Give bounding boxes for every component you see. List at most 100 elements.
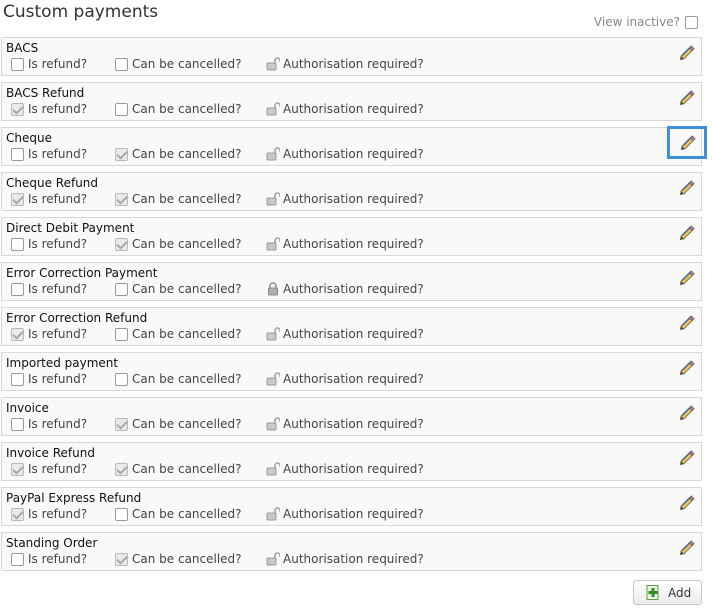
authorisation-required-option[interactable]: Authorisation required? [266,372,424,386]
edit-button[interactable] [667,126,707,159]
payment-name: Invoice Refund [6,446,95,460]
authorisation-required-option[interactable]: Authorisation required? [266,282,424,296]
lock-open-icon[interactable] [266,552,281,566]
is-refund-checkbox[interactable] [11,327,24,341]
view-inactive-toggle[interactable]: View inactive? [594,15,698,29]
authorisation-required-option[interactable]: Authorisation required? [266,192,424,206]
can-be-cancelled-checkbox[interactable] [115,57,128,71]
can-be-cancelled-checkbox[interactable] [115,462,128,476]
can-be-cancelled-option[interactable]: Can be cancelled? [115,507,242,521]
can-be-cancelled-label: Can be cancelled? [132,327,242,341]
is-refund-option[interactable]: Is refund? [11,462,87,476]
is-refund-checkbox[interactable] [11,372,24,386]
can-be-cancelled-checkbox[interactable] [115,192,128,206]
is-refund-label: Is refund? [28,237,88,251]
is-refund-checkbox[interactable] [11,507,24,521]
view-inactive-checkbox[interactable] [685,15,698,29]
can-be-cancelled-option[interactable]: Can be cancelled? [115,147,242,161]
is-refund-checkbox[interactable] [11,237,24,251]
is-refund-checkbox[interactable] [11,462,24,476]
can-be-cancelled-option[interactable]: Can be cancelled? [115,462,242,476]
can-be-cancelled-option[interactable]: Can be cancelled? [115,57,242,71]
is-refund-option[interactable]: Is refund? [11,327,87,341]
is-refund-checkbox[interactable] [11,147,24,161]
is-refund-checkbox[interactable] [11,102,24,116]
can-be-cancelled-checkbox[interactable] [115,102,128,116]
is-refund-option[interactable]: Is refund? [11,417,87,431]
authorisation-required-label: Authorisation required? [283,372,424,386]
edit-button[interactable] [676,357,696,377]
authorisation-required-option[interactable]: Authorisation required? [266,417,424,431]
lock-closed-icon[interactable] [266,282,280,296]
is-refund-option[interactable]: Is refund? [11,57,87,71]
lock-open-icon[interactable] [266,327,281,341]
edit-button[interactable] [676,267,696,287]
authorisation-required-option[interactable]: Authorisation required? [266,237,424,251]
is-refund-checkbox[interactable] [11,552,24,566]
authorisation-required-option[interactable]: Authorisation required? [266,552,424,566]
lock-open-icon[interactable] [266,57,281,71]
edit-button[interactable] [676,492,696,512]
edit-button[interactable] [676,537,696,557]
can-be-cancelled-checkbox[interactable] [115,417,128,431]
authorisation-required-option[interactable]: Authorisation required? [266,327,424,341]
edit-button[interactable] [676,222,696,242]
is-refund-option[interactable]: Is refund? [11,147,87,161]
lock-open-icon[interactable] [266,192,281,206]
is-refund-option[interactable]: Is refund? [11,507,87,521]
is-refund-label: Is refund? [28,462,88,476]
authorisation-required-option[interactable]: Authorisation required? [266,507,424,521]
can-be-cancelled-checkbox[interactable] [115,507,128,521]
can-be-cancelled-checkbox[interactable] [115,237,128,251]
edit-button[interactable] [676,447,696,467]
can-be-cancelled-checkbox[interactable] [115,327,128,341]
edit-button[interactable] [676,402,696,422]
can-be-cancelled-option[interactable]: Can be cancelled? [115,237,242,251]
lock-open-icon[interactable] [266,462,281,476]
lock-open-icon[interactable] [266,237,281,251]
is-refund-option[interactable]: Is refund? [11,237,87,251]
add-button[interactable]: Add [633,580,702,605]
pencil-icon [678,224,695,241]
can-be-cancelled-option[interactable]: Can be cancelled? [115,372,242,386]
is-refund-option[interactable]: Is refund? [11,282,87,296]
authorisation-required-label: Authorisation required? [283,192,424,206]
can-be-cancelled-option[interactable]: Can be cancelled? [115,417,242,431]
lock-open-icon[interactable] [266,372,281,386]
payment-row: BACS Refund Is refund? Can be cancelled? Au… [1,82,702,121]
payment-row: Error Correction Payment Is refund? Can be… [1,262,702,301]
is-refund-option[interactable]: Is refund? [11,372,87,386]
is-refund-option[interactable]: Is refund? [11,192,87,206]
edit-button[interactable] [676,42,696,62]
can-be-cancelled-option[interactable]: Can be cancelled? [115,192,242,206]
can-be-cancelled-checkbox[interactable] [115,282,128,296]
authorisation-required-option[interactable]: Authorisation required? [266,147,424,161]
is-refund-checkbox[interactable] [11,417,24,431]
lock-open-icon[interactable] [266,507,281,521]
is-refund-option[interactable]: Is refund? [11,102,87,116]
is-refund-checkbox[interactable] [11,282,24,296]
is-refund-checkbox[interactable] [11,192,24,206]
can-be-cancelled-checkbox[interactable] [115,372,128,386]
lock-open-icon[interactable] [266,147,281,161]
lock-open-icon[interactable] [266,102,281,116]
can-be-cancelled-checkbox[interactable] [115,552,128,566]
can-be-cancelled-option[interactable]: Can be cancelled? [115,327,242,341]
payment-name: Error Correction Payment [6,266,158,280]
can-be-cancelled-option[interactable]: Can be cancelled? [115,102,242,116]
can-be-cancelled-option[interactable]: Can be cancelled? [115,552,242,566]
is-refund-checkbox[interactable] [11,57,24,71]
lock-open-icon[interactable] [266,417,281,431]
is-refund-option[interactable]: Is refund? [11,552,87,566]
can-be-cancelled-option[interactable]: Can be cancelled? [115,282,242,296]
can-be-cancelled-checkbox[interactable] [115,147,128,161]
authorisation-required-option[interactable]: Authorisation required? [266,462,424,476]
can-be-cancelled-label: Can be cancelled? [132,147,242,161]
edit-button[interactable] [676,177,696,197]
is-refund-label: Is refund? [28,57,88,71]
authorisation-required-option[interactable]: Authorisation required? [266,102,424,116]
edit-button[interactable] [676,312,696,332]
edit-button[interactable] [676,87,696,107]
pencil-icon [678,494,695,511]
authorisation-required-option[interactable]: Authorisation required? [266,57,424,71]
